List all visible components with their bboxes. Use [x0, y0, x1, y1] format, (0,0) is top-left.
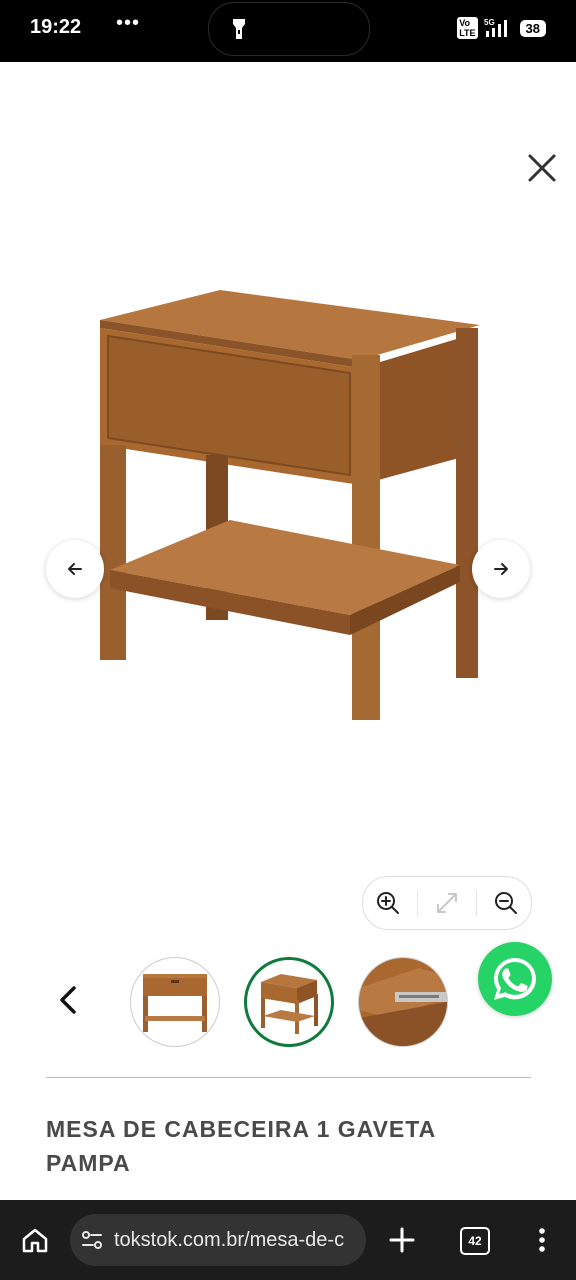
- home-icon: [22, 1228, 48, 1253]
- tab-switcher-button[interactable]: 42: [460, 1227, 490, 1255]
- zoom-controls: [362, 876, 532, 930]
- thumbnail-drawer-detail[interactable]: [358, 957, 448, 1047]
- status-bar: 19:22 ••• Vo LTE 5G 38: [0, 0, 576, 62]
- thumbnail-angle-image: [261, 974, 318, 1034]
- site-settings-icon: [82, 1231, 102, 1249]
- volte-icon: Vo LTE: [457, 17, 478, 39]
- dynamic-island: [208, 2, 370, 56]
- address-url: tokstok.com.br/mesa-de-c: [114, 1228, 345, 1251]
- zoom-in-button[interactable]: [368, 883, 408, 923]
- fullscreen-button[interactable]: [427, 883, 467, 923]
- zoom-in-icon: [376, 892, 399, 914]
- thumbnails-prev-button[interactable]: [56, 984, 84, 1016]
- new-tab-button[interactable]: [386, 1224, 418, 1261]
- zoom-out-button[interactable]: [486, 883, 526, 923]
- battery-indicator: 38: [519, 19, 546, 37]
- browser-menu-button[interactable]: [532, 1226, 552, 1259]
- whatsapp-icon: [494, 958, 536, 1000]
- whatsapp-button[interactable]: [478, 942, 552, 1016]
- product-title: MESA DE CABECEIRA 1 GAVETA PAMPA: [46, 1116, 436, 1176]
- chevron-left-icon: [60, 986, 76, 1014]
- flashlight-icon: [233, 19, 245, 39]
- zoom-divider: [416, 890, 418, 916]
- status-more: •••: [116, 12, 141, 34]
- zoom-out-icon: [495, 892, 518, 914]
- plus-icon: [389, 1227, 415, 1253]
- network-label: 5G: [484, 18, 495, 27]
- gallery-prev-button[interactable]: [46, 540, 104, 598]
- arrow-left-icon: [68, 563, 82, 575]
- system-icons: Vo LTE 5G 38: [457, 17, 546, 39]
- close-icon: [528, 154, 556, 182]
- product-image: [100, 290, 480, 720]
- thumbnail-front[interactable]: [130, 957, 220, 1047]
- signal-icon: 5G: [484, 18, 507, 37]
- thumbnail-drawer-image: [359, 958, 447, 1046]
- address-bar[interactable]: tokstok.com.br/mesa-de-c: [70, 1214, 366, 1266]
- arrow-right-icon: [494, 563, 508, 575]
- status-time: 19:22: [30, 16, 82, 38]
- close-button[interactable]: [524, 150, 560, 186]
- thumbnail-front-image: [143, 974, 207, 1032]
- thumbnail-angle[interactable]: [244, 957, 334, 1047]
- zoom-divider: [476, 890, 478, 916]
- gallery-next-button[interactable]: [472, 540, 530, 598]
- browser-toolbar: tokstok.com.br/mesa-de-c 42: [0, 1200, 576, 1280]
- section-divider: [46, 1077, 531, 1078]
- expand-icon: [436, 893, 457, 913]
- more-vert-icon: [539, 1228, 545, 1252]
- home-button[interactable]: [20, 1226, 50, 1259]
